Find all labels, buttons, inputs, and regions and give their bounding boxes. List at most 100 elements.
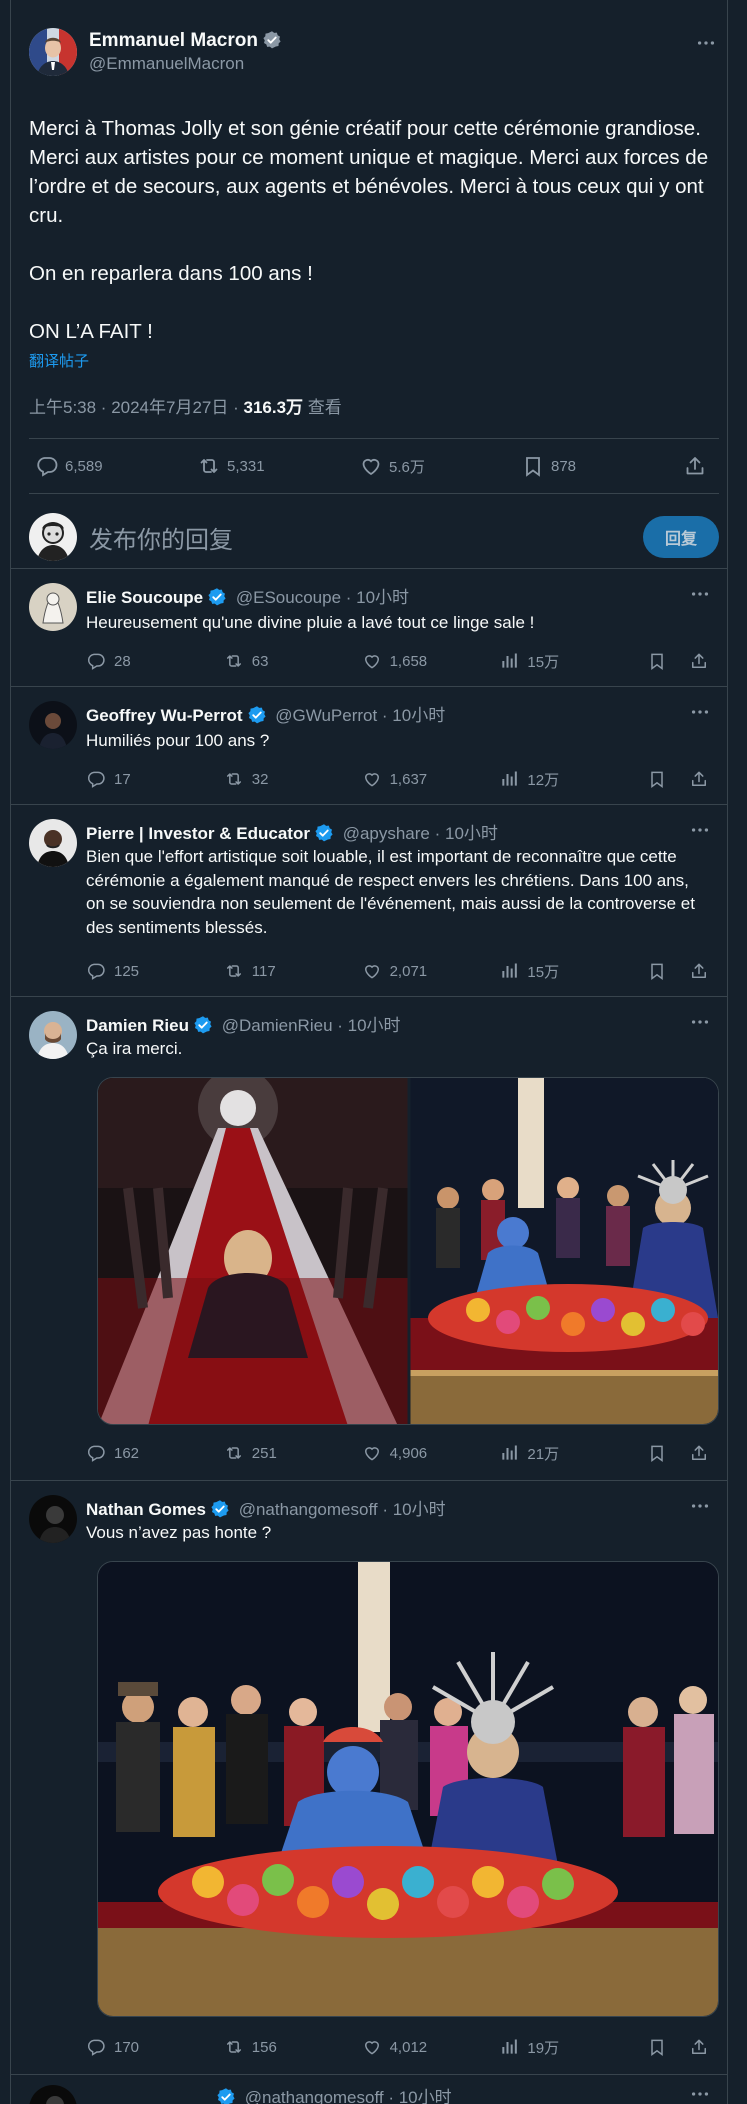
retweet-button[interactable]: 156	[224, 2037, 362, 2057]
more-options-icon[interactable]	[689, 1495, 711, 1517]
retweet-button[interactable]: 63	[224, 651, 362, 671]
avatar[interactable]	[29, 2085, 77, 2104]
reply-button[interactable]: 170	[86, 2037, 224, 2057]
more-options-icon[interactable]	[689, 819, 711, 841]
like-button[interactable]: 2,071	[362, 961, 500, 981]
author-name[interactable]: Geoffrey Wu-Perrot	[86, 706, 243, 725]
share-button[interactable]	[683, 454, 713, 478]
like-button[interactable]: 5.6万	[359, 454, 479, 478]
reply-tweet[interactable]: Elie Soucoupe @ESoucoupe · 10小时 Heureuse…	[11, 568, 727, 686]
bookmark-icon[interactable]	[647, 769, 667, 789]
reply-button[interactable]: 125	[86, 961, 224, 981]
view-count: 316.3万	[243, 398, 304, 417]
views-icon	[499, 2037, 519, 2057]
author-name[interactable]: Pierre | Investor & Educator	[86, 824, 310, 843]
heart-icon	[362, 651, 382, 671]
views-icon	[499, 1443, 519, 1463]
avatar[interactable]	[29, 1011, 77, 1059]
share-icon[interactable]	[689, 1443, 709, 1463]
bookmark-icon[interactable]	[647, 2037, 667, 2057]
reply-button[interactable]: 162	[86, 1443, 224, 1463]
reply-tweet[interactable]: Nathan Gomes @nathangomesoff · 10小时 Vous…	[11, 1480, 727, 2074]
author-handle[interactable]: @ESoucoupe · 10小时	[236, 588, 409, 607]
tweet-time[interactable]: 上午5:38 · 2024年7月27日 ·	[29, 398, 243, 417]
like-button[interactable]: 4,012	[362, 2037, 500, 2057]
more-options-icon[interactable]	[689, 583, 711, 605]
retweet-button[interactable]: 251	[224, 1443, 362, 1463]
bookmark-icon[interactable]	[647, 1443, 667, 1463]
like-button[interactable]: 1,637	[362, 769, 500, 789]
avatar[interactable]	[29, 583, 77, 631]
author-handle[interactable]: @DamienRieu · 10小时	[222, 1016, 401, 1035]
author-handle[interactable]: @nathangomesoff · 10小时	[245, 2088, 452, 2104]
more-options-icon[interactable]	[695, 32, 717, 54]
retweet-icon	[224, 651, 244, 671]
reply-tweet[interactable]: Geoffrey Wu-Perrot @GWuPerrot · 10小时 Hum…	[11, 686, 727, 804]
more-options-icon[interactable]	[689, 1011, 711, 1033]
reply-count: 28	[114, 652, 131, 670]
author-handle[interactable]: @apyshare · 10小时	[343, 824, 498, 843]
retweet-button[interactable]: 32	[224, 769, 362, 789]
translate-link[interactable]: 翻译帖子	[29, 350, 719, 371]
tweet-actions: 6,589 5,331 5.6万 878	[29, 438, 719, 494]
media-image[interactable]	[97, 1561, 719, 2017]
more-options-icon[interactable]	[689, 701, 711, 723]
views-button[interactable]: 21万	[499, 1443, 647, 1464]
retweet-icon	[224, 1443, 244, 1463]
verified-badge-icon	[193, 1015, 213, 1035]
author-name[interactable]: Damien Rieu	[86, 1016, 189, 1035]
bookmark-icon[interactable]	[647, 961, 667, 981]
more-options-icon[interactable]	[689, 2083, 711, 2104]
author-name[interactable]: Nathan Gomes	[86, 1500, 206, 1519]
like-button[interactable]: 1,658	[362, 651, 500, 671]
view-count: 15万	[527, 653, 560, 671]
reply-tweet[interactable]: @nathangomesoff · 10小时	[11, 2074, 727, 2104]
heart-icon	[362, 961, 382, 981]
reply-button[interactable]: 6,589	[35, 454, 155, 478]
author-name[interactable]: Elie Soucoupe	[86, 588, 203, 607]
views-button[interactable]: 12万	[499, 769, 647, 790]
views-button[interactable]: 15万	[499, 961, 647, 982]
avatar[interactable]	[29, 819, 77, 867]
retweet-button[interactable]: 5,331	[197, 454, 317, 478]
author-handle[interactable]: @nathangomesoff · 10小时	[239, 1500, 446, 1519]
avatar[interactable]	[29, 513, 77, 561]
view-count: 15万	[527, 963, 560, 981]
bookmark-button[interactable]: 878	[521, 454, 641, 478]
reply-tweet[interactable]: Pierre | Investor & Educator @apyshare ·…	[11, 804, 727, 996]
reply-tweet[interactable]: Damien Rieu @DamienRieu · 10小时 Ça ira me…	[11, 996, 727, 1480]
avatar[interactable]	[29, 1495, 77, 1543]
bookmark-count: 878	[551, 457, 577, 475]
heart-icon	[362, 1443, 382, 1463]
retweet-icon	[224, 769, 244, 789]
reply-button[interactable]: 28	[86, 651, 224, 671]
views-button[interactable]: 19万	[499, 2037, 647, 2058]
author-handle[interactable]: @GWuPerrot · 10小时	[275, 706, 445, 725]
share-icon[interactable]	[689, 2037, 709, 2057]
like-button[interactable]: 4,906	[362, 1443, 500, 1463]
author-name[interactable]: Emmanuel Macron	[89, 30, 258, 51]
retweet-count: 63	[251, 652, 269, 670]
reply-submit-button[interactable]: 回复	[643, 516, 719, 558]
media-image[interactable]	[97, 1077, 719, 1425]
view-label: 查看	[303, 398, 342, 417]
share-icon[interactable]	[689, 651, 709, 671]
reply-button[interactable]: 17	[86, 769, 224, 789]
reply-text: Vous n’avez pas honte ?	[86, 1523, 272, 1542]
author-handle[interactable]: @EmmanuelMacron	[89, 54, 282, 74]
share-icon[interactable]	[689, 961, 709, 981]
retweet-count: 5,331	[227, 457, 265, 475]
avatar[interactable]	[29, 28, 77, 76]
view-count: 12万	[527, 771, 560, 789]
verified-badge-icon	[247, 705, 267, 725]
views-button[interactable]: 15万	[499, 651, 647, 672]
share-icon[interactable]	[689, 769, 709, 789]
like-count: 1,658	[389, 652, 428, 670]
avatar[interactable]	[29, 701, 77, 749]
reply-input[interactable]: 发布你的回复	[89, 520, 643, 555]
bookmark-icon[interactable]	[647, 651, 667, 671]
timeline-column: Emmanuel Macron @EmmanuelMacron Merci à …	[10, 0, 728, 2104]
retweet-count: 156	[251, 2038, 277, 2056]
retweet-button[interactable]: 117	[224, 961, 362, 981]
heart-icon	[362, 2037, 382, 2057]
